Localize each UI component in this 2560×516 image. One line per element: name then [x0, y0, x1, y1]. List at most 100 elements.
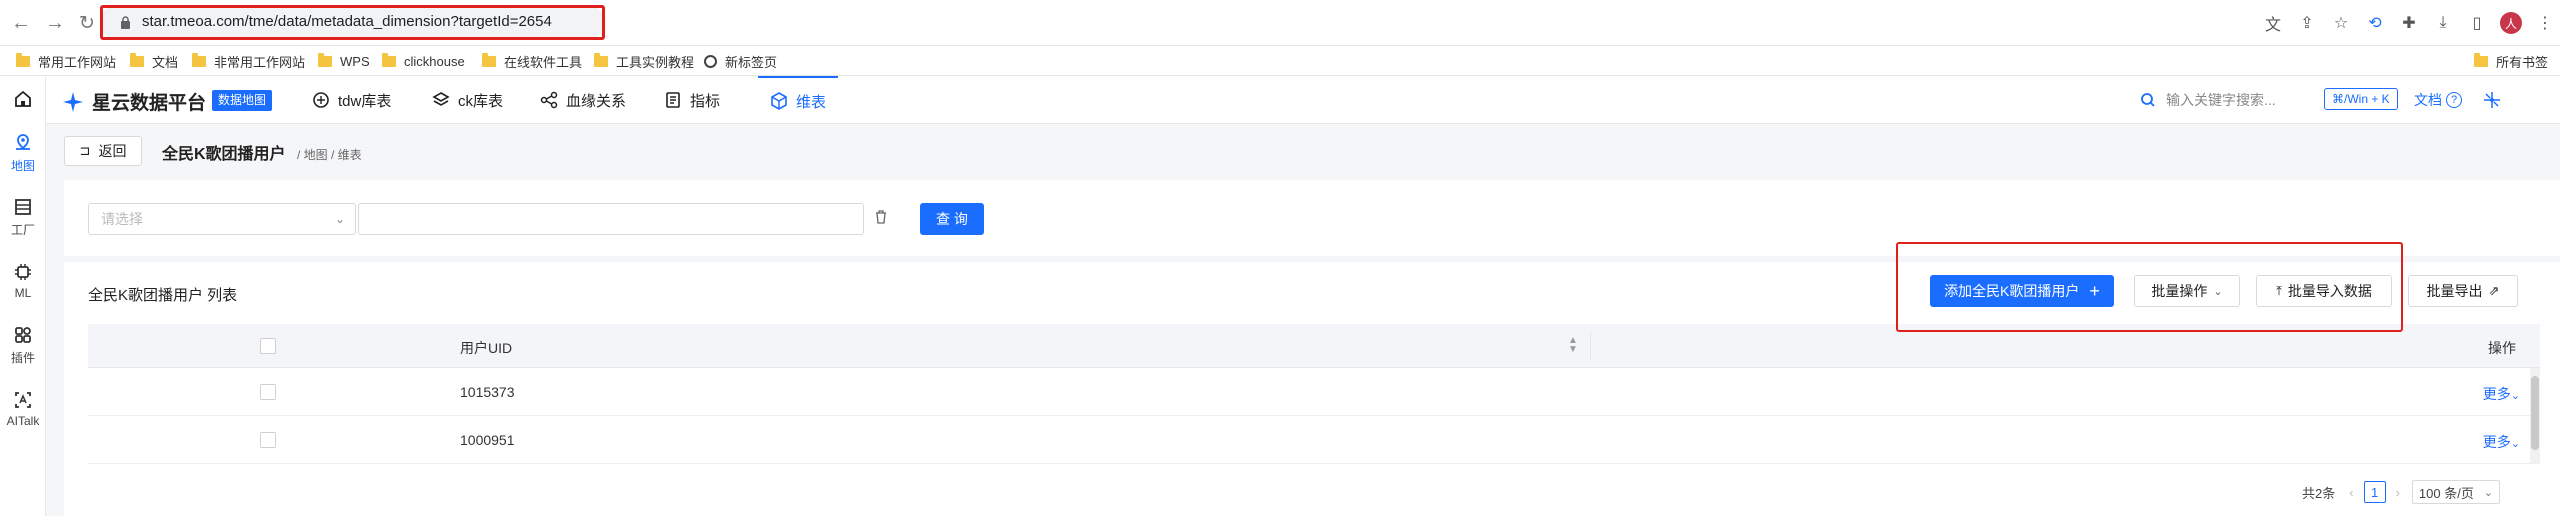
- dimension-icon: [771, 92, 787, 110]
- star-logo-icon: [63, 91, 83, 112]
- app-header: 星云数据平台 数据地图 tdw库表 ck库表 血缘关系 指标 维表 输入关键字搜…: [46, 76, 2560, 124]
- table-row: 1000951 更多⌄: [88, 416, 2540, 464]
- bookmark-item[interactable]: 所有书签: [2474, 52, 2548, 70]
- column-divider: [1590, 332, 1591, 360]
- left-rail: 地图 工厂 ML 插件 AITalk: [0, 76, 46, 516]
- home-icon: [15, 90, 31, 107]
- rail-label: 工厂: [10, 222, 35, 237]
- menu-dots-icon[interactable]: ⋮: [2528, 10, 2560, 36]
- folder-icon: [16, 52, 30, 67]
- table-row: 1015373 更多⌄: [88, 368, 2540, 416]
- app-badge: 数据地图: [212, 90, 273, 111]
- bookmark-item[interactable]: 常用工作网站: [16, 52, 116, 70]
- reload-icon[interactable]: ↻: [74, 10, 100, 36]
- share-icon[interactable]: ⇪: [2290, 10, 2324, 36]
- url-highlight-box: [100, 5, 605, 40]
- search-icon: [2141, 93, 2155, 107]
- menu-tdw[interactable]: tdw库表: [312, 76, 391, 124]
- sync-icon[interactable]: ⟲: [2358, 10, 2392, 36]
- rail-label: 地图: [10, 158, 35, 173]
- tdw-icon: [313, 92, 329, 108]
- return-icon: ⊐: [79, 143, 91, 158]
- ck-icon: [432, 92, 450, 106]
- folder-icon: [482, 52, 496, 67]
- chevron-down-icon: ⌄: [2510, 438, 2520, 450]
- rail-home[interactable]: [0, 76, 46, 126]
- star-icon[interactable]: ☆: [2324, 10, 2358, 36]
- bookmark-item[interactable]: 非常用工作网站: [192, 52, 305, 70]
- browser-toolbar: ← → ↻ star.tmeoa.com/tme/data/metadata_d…: [0, 0, 2560, 46]
- page-number[interactable]: 1: [2363, 481, 2386, 503]
- folder-icon: [130, 52, 144, 67]
- bookmark-item[interactable]: 新标签页: [704, 53, 777, 70]
- pagination: 共2条 ‹ 1 › 100 条/页 ⌄: [2302, 480, 2500, 504]
- sidepanel-icon[interactable]: ▯: [2460, 10, 2494, 36]
- back-button[interactable]: ⊐ 返回: [64, 136, 142, 166]
- folder-icon: [2474, 52, 2488, 67]
- more-actions-link[interactable]: 更多⌄: [2483, 432, 2520, 452]
- select-all-checkbox[interactable]: [260, 338, 276, 354]
- batch-export-button[interactable]: 批量导出 ⇗: [2408, 275, 2518, 307]
- docs-link[interactable]: 文档 ?: [2414, 90, 2462, 110]
- globe-icon: [704, 54, 717, 68]
- chip-icon: [15, 264, 31, 280]
- chevron-down-icon: ⌄: [2510, 390, 2520, 402]
- shortcut-badge: ⌘/Win + K: [2324, 88, 2398, 110]
- bookmark-item[interactable]: 在线软件工具: [482, 52, 582, 70]
- next-page-icon[interactable]: ›: [2396, 485, 2400, 500]
- translate-icon[interactable]: 文: [2256, 10, 2290, 36]
- plugin-icon: [15, 326, 31, 343]
- browser-actions: 文 ⇪ ☆ ⟲ ✚ ⤓ ▯ 人 ⋮: [2256, 10, 2560, 36]
- rail-aitalk[interactable]: AITalk: [0, 384, 46, 434]
- rail-plugin[interactable]: 插件: [0, 320, 46, 370]
- search-placeholder: 输入关键字搜索...: [2166, 92, 2276, 108]
- row-checkbox[interactable]: [260, 432, 276, 448]
- field-select[interactable]: 请选择 ⌄: [88, 203, 356, 235]
- folder-icon: [594, 52, 608, 67]
- rail-label: 插件: [10, 350, 35, 365]
- trash-icon[interactable]: [874, 209, 888, 225]
- menu-ck[interactable]: ck库表: [432, 76, 503, 124]
- folder-icon: [192, 52, 206, 67]
- row-checkbox[interactable]: [260, 384, 276, 400]
- rail-factory[interactable]: 工厂: [0, 192, 46, 242]
- filter-value-input[interactable]: [358, 203, 864, 235]
- column-header-ops: 操作: [2488, 340, 2516, 356]
- bookmark-item[interactable]: 工具实例教程: [594, 52, 694, 70]
- query-button[interactable]: 查 询: [920, 203, 984, 235]
- forward-arrow-icon[interactable]: →: [42, 10, 68, 36]
- total-count: 共2条: [2302, 485, 2336, 501]
- app-logo[interactable]: 星云数据平台: [62, 88, 206, 115]
- menu-dimension[interactable]: 维表: [758, 76, 839, 124]
- bookmark-item[interactable]: 文档: [130, 52, 178, 70]
- menu-lineage[interactable]: 血缘关系: [540, 76, 626, 124]
- menu-metric[interactable]: 指标: [664, 76, 720, 124]
- page-title: 全民K歌团播用户: [162, 146, 286, 163]
- rail-label: AITalk: [6, 414, 40, 428]
- rail-ml[interactable]: ML: [0, 256, 46, 306]
- network-icon[interactable]: [2482, 90, 2502, 110]
- bookmark-item[interactable]: clickhouse: [382, 52, 465, 69]
- rail-label: ML: [14, 286, 32, 300]
- map-icon: [16, 133, 30, 150]
- list-title: 全民K歌团播用户 列表: [88, 287, 238, 304]
- page-size-select[interactable]: 100 条/页 ⌄: [2411, 480, 2500, 504]
- factory-icon: [15, 198, 31, 215]
- help-icon: ?: [2446, 92, 2462, 108]
- prev-page-icon[interactable]: ‹: [2349, 485, 2353, 500]
- profile-avatar[interactable]: 人: [2494, 10, 2528, 36]
- back-arrow-icon[interactable]: ←: [8, 10, 34, 36]
- global-search[interactable]: 输入关键字搜索...: [2140, 90, 2276, 110]
- extensions-icon[interactable]: ✚: [2392, 10, 2426, 36]
- cell-uid: 1015373: [460, 384, 515, 400]
- column-header-uid: 用户UID: [460, 340, 513, 356]
- download-icon[interactable]: ⤓: [2426, 10, 2460, 36]
- chevron-down-icon: ⌄: [334, 212, 345, 226]
- breadcrumb: / 地图 / 维表: [297, 148, 362, 162]
- scrollbar-thumb[interactable]: [2531, 376, 2539, 450]
- table-scrollbar[interactable]: [2530, 368, 2540, 464]
- sort-icon[interactable]: ▲ ▼: [1568, 336, 1578, 355]
- rail-map[interactable]: 地图: [0, 128, 46, 178]
- more-actions-link[interactable]: 更多⌄: [2483, 384, 2520, 404]
- bookmark-item[interactable]: WPS: [318, 52, 370, 69]
